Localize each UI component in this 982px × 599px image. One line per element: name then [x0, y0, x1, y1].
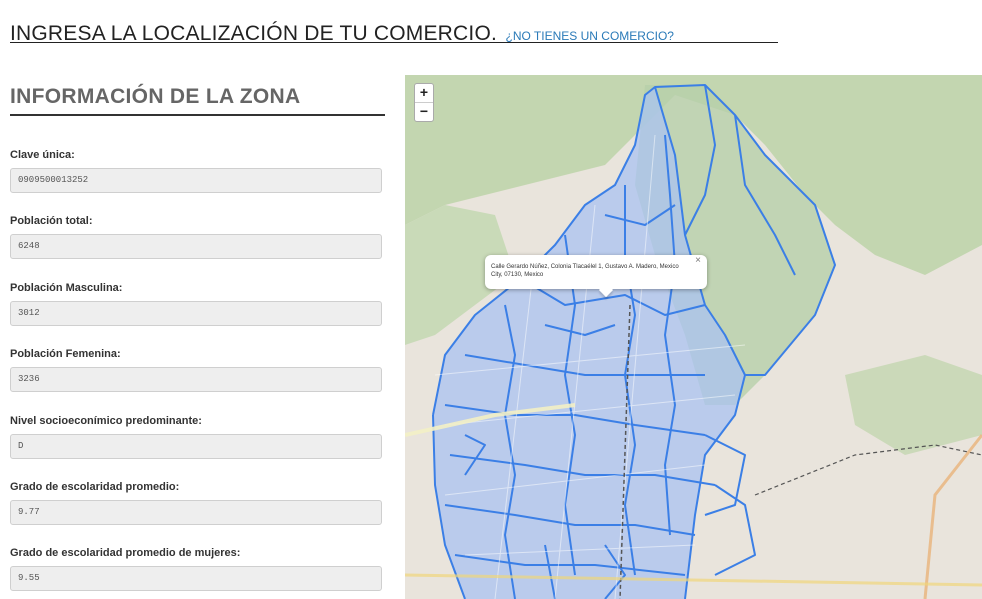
readonly-value: 0909500013252	[10, 168, 382, 193]
map-view[interactable]: + − Calle Gerardo Núñez, Colonia Tlacaél…	[405, 75, 982, 599]
readonly-value: 9.77	[10, 500, 382, 525]
readonly-value: 9.55	[10, 566, 382, 591]
no-business-link[interactable]: ¿NO TIENES UN COMERCIO?	[505, 29, 673, 43]
field-escolaridad-mujeres: Grado de escolaridad promedio de mujeres…	[10, 545, 385, 591]
page-title: INGRESA LA LOCALIZACIÓN DE TU COMERCIO.	[10, 22, 498, 45]
location-popup: Calle Gerardo Núñez, Colonia Tlacaélel 1…	[485, 255, 707, 298]
readonly-value: D	[10, 434, 382, 459]
field-nivel-socioeconomico: Nivel socioeconímico predominante: D	[10, 413, 385, 459]
field-poblacion-total: Población total: 6248	[10, 213, 385, 259]
field-poblacion-femenina: Población Femenina: 3236	[10, 346, 385, 392]
field-poblacion-masculina: Población Masculina: 3012	[10, 280, 385, 326]
readonly-value: 6248	[10, 234, 382, 259]
field-label: Nivel socioeconímico predominante:	[10, 415, 202, 427]
zoom-out-button[interactable]: −	[415, 102, 433, 121]
field-label: Grado de escolaridad promedio:	[10, 481, 180, 493]
field-clave-unica: Clave única: 0909500013252	[10, 147, 385, 193]
readonly-value: 3012	[10, 301, 382, 326]
page-heading: INGRESA LA LOCALIZACIÓN DE TU COMERCIO. …	[10, 22, 778, 45]
zoom-control: + −	[414, 83, 434, 122]
readonly-value: 3236	[10, 367, 382, 392]
field-label: Grado de escolaridad promedio de mujeres…	[10, 547, 241, 559]
map-canvas[interactable]	[405, 75, 982, 599]
zoom-in-button[interactable]: +	[415, 84, 433, 102]
field-escolaridad-promedio: Grado de escolaridad promedio: 9.77	[10, 479, 385, 525]
field-label: Clave única:	[10, 149, 75, 161]
zone-info-panel: INFORMACIÓN DE LA ZONA	[10, 85, 385, 116]
close-icon[interactable]: ×	[695, 256, 701, 266]
popup-address: Calle Gerardo Núñez, Colonia Tlacaélel 1…	[491, 264, 679, 278]
field-label: Población Femenina:	[10, 348, 121, 360]
zone-info-title: INFORMACIÓN DE LA ZONA	[10, 85, 385, 116]
field-label: Población Masculina:	[10, 282, 123, 294]
field-label: Población total:	[10, 215, 93, 227]
